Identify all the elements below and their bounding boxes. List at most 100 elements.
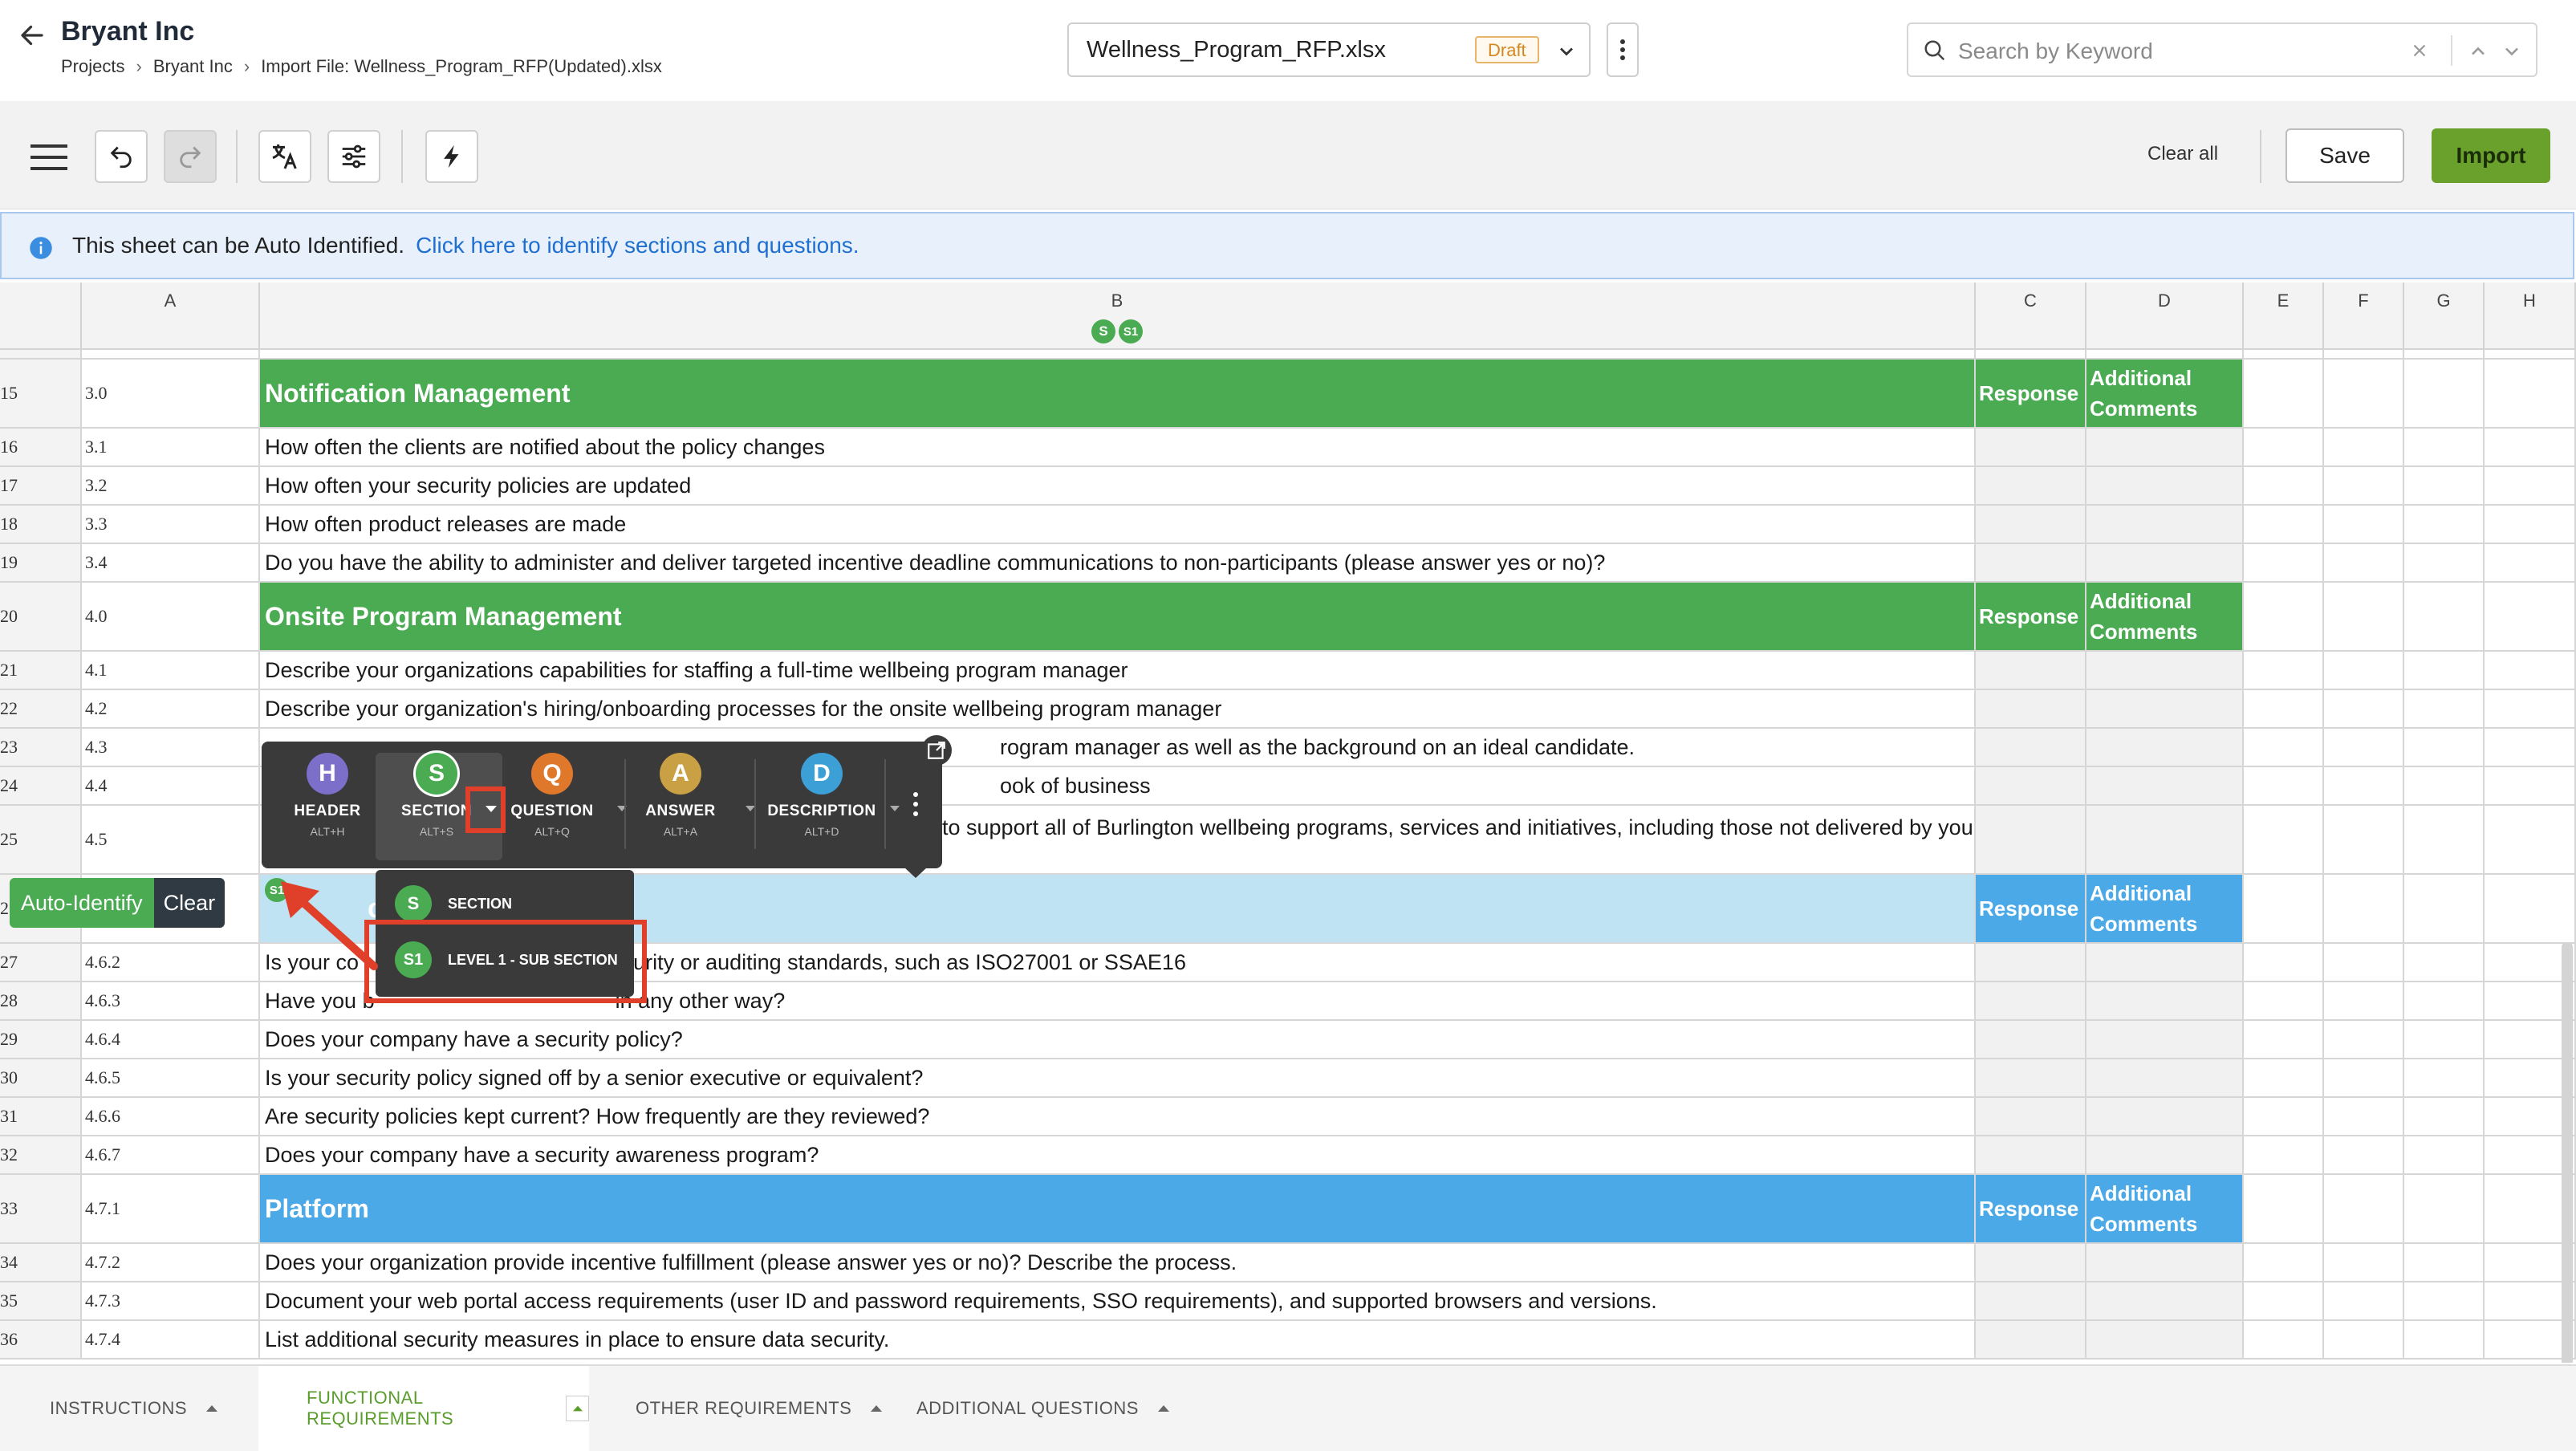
vertical-scrollbar[interactable]	[2562, 942, 2573, 1363]
cell-c[interactable]: Response	[1976, 583, 2086, 652]
cell-b[interactable]: How often product releases are made	[260, 506, 1976, 544]
cell-d[interactable]	[2086, 544, 2244, 583]
cell-d[interactable]	[2086, 429, 2244, 467]
cell-c[interactable]	[1976, 506, 2086, 544]
cell-g[interactable]	[2404, 1175, 2485, 1244]
cell-a[interactable]: 3.4	[82, 544, 260, 583]
column-header-h[interactable]: H	[2485, 282, 2576, 350]
back-arrow-icon[interactable]	[18, 21, 47, 50]
row-number[interactable]: 33	[0, 1175, 82, 1244]
cell-f[interactable]	[2324, 1244, 2404, 1282]
cell-e[interactable]	[2244, 429, 2324, 467]
tab-other-requirements[interactable]: OTHER REQUIREMENTS	[636, 1366, 884, 1451]
tool-answer[interactable]: A ANSWER ALT+A	[632, 753, 729, 838]
cell-g[interactable]	[2404, 806, 2485, 875]
cell-d[interactable]	[2086, 1021, 2244, 1059]
cell-h[interactable]	[2485, 544, 2576, 583]
cell-a[interactable]: 4.7.2	[82, 1244, 260, 1282]
cell-h[interactable]	[2485, 729, 2576, 767]
row-number[interactable]: 31	[0, 1098, 82, 1136]
filter-settings-button[interactable]	[327, 130, 380, 183]
cell-d[interactable]: Additional Comments	[2086, 875, 2244, 944]
cell-e[interactable]	[2244, 1059, 2324, 1098]
cell-e[interactable]	[2244, 544, 2324, 583]
file-selector[interactable]: Wellness_Program_RFP.xlsx Draft	[1067, 22, 1591, 77]
row-number[interactable]: 18	[0, 506, 82, 544]
chevron-up-icon[interactable]	[2467, 40, 2489, 63]
cell-g[interactable]	[2404, 690, 2485, 729]
cell-d[interactable]	[2086, 1244, 2244, 1282]
cell-f[interactable]	[2324, 1098, 2404, 1136]
cell-b[interactable]: Onsite Program Management	[260, 583, 1976, 652]
tab-additional-questions[interactable]: ADDITIONAL QUESTIONS	[916, 1366, 1171, 1451]
kebab-icon[interactable]	[910, 788, 921, 820]
clear-button[interactable]: Clear	[153, 878, 226, 928]
cell-d[interactable]	[2086, 944, 2244, 982]
clear-all-button[interactable]: Clear all	[2147, 143, 2218, 165]
cell-c[interactable]	[1976, 1136, 2086, 1175]
cell-h[interactable]	[2485, 360, 2576, 429]
cell-f[interactable]	[2324, 1021, 2404, 1059]
cell-c[interactable]	[1976, 1282, 2086, 1321]
cell-a[interactable]: 4.5	[82, 806, 260, 875]
cell-d[interactable]	[2086, 806, 2244, 875]
row-number[interactable]: 22	[0, 690, 82, 729]
cell-f[interactable]	[2324, 1321, 2404, 1360]
cell-c[interactable]: Response	[1976, 360, 2086, 429]
caret-up-icon[interactable]	[1156, 1403, 1171, 1414]
menu-icon[interactable]	[29, 141, 69, 173]
translate-button[interactable]	[258, 130, 311, 183]
auto-identify-button[interactable]: Auto-Identify	[10, 878, 154, 928]
cell-a[interactable]: 4.6.6	[82, 1098, 260, 1136]
cell-e[interactable]	[2244, 690, 2324, 729]
cell-c[interactable]	[1976, 544, 2086, 583]
cell-b[interactable]: How often your security policies are upd…	[260, 467, 1976, 506]
cell-d[interactable]	[2086, 1098, 2244, 1136]
cell-g[interactable]	[2404, 1282, 2485, 1321]
cell-g[interactable]	[2404, 544, 2485, 583]
cell-g[interactable]	[2404, 767, 2485, 806]
cell-c[interactable]	[1976, 944, 2086, 982]
cell-h[interactable]	[2485, 506, 2576, 544]
cell-h[interactable]	[2485, 652, 2576, 690]
cell-f[interactable]	[2324, 544, 2404, 583]
cell-a[interactable]: 3.1	[82, 429, 260, 467]
row-number[interactable]: 36	[0, 1321, 82, 1360]
save-button[interactable]: Save	[2285, 128, 2404, 183]
cell-g[interactable]	[2404, 1136, 2485, 1175]
cell-f[interactable]	[2324, 875, 2404, 944]
undo-button[interactable]	[95, 130, 148, 183]
cell-f[interactable]	[2324, 652, 2404, 690]
cell-a[interactable]: 4.6.5	[82, 1059, 260, 1098]
breadcrumb-project[interactable]: Bryant Inc	[153, 56, 233, 77]
row-number[interactable]: 25	[0, 806, 82, 875]
cell-h[interactable]	[2485, 690, 2576, 729]
cell-b[interactable]: Is your security policy signed off by a …	[260, 1059, 1976, 1098]
import-button[interactable]: Import	[2432, 128, 2550, 183]
row-number[interactable]: 21	[0, 652, 82, 690]
cell-g[interactable]	[2404, 729, 2485, 767]
cell-b[interactable]: Describe your organization's hiring/onbo…	[260, 690, 1976, 729]
cell-d[interactable]	[2086, 1282, 2244, 1321]
cell-b[interactable]: Are security policies kept current? How …	[260, 1098, 1976, 1136]
cell-g[interactable]	[2404, 1244, 2485, 1282]
column-header-d[interactable]: D	[2086, 282, 2244, 350]
column-header-b[interactable]: B S S1	[260, 282, 1976, 350]
identify-link[interactable]: Click here to identify sections and ques…	[416, 233, 859, 258]
row-number[interactable]: 19	[0, 544, 82, 583]
cell-g[interactable]	[2404, 1059, 2485, 1098]
clear-search-icon[interactable]	[2409, 40, 2430, 61]
cell-e[interactable]	[2244, 1175, 2324, 1244]
cell-f[interactable]	[2324, 690, 2404, 729]
tab-menu-button[interactable]	[566, 1396, 589, 1421]
cell-f[interactable]	[2324, 506, 2404, 544]
cell-e[interactable]	[2244, 806, 2324, 875]
cell-c[interactable]	[1976, 982, 2086, 1021]
cell-f[interactable]	[2324, 360, 2404, 429]
cell-a[interactable]: 3.2	[82, 467, 260, 506]
row-number[interactable]: 15	[0, 360, 82, 429]
column-header-c[interactable]: C	[1976, 282, 2086, 350]
cell-b[interactable]: How often the clients are notified about…	[260, 429, 1976, 467]
cell-e[interactable]	[2244, 1136, 2324, 1175]
cell-f[interactable]	[2324, 944, 2404, 982]
